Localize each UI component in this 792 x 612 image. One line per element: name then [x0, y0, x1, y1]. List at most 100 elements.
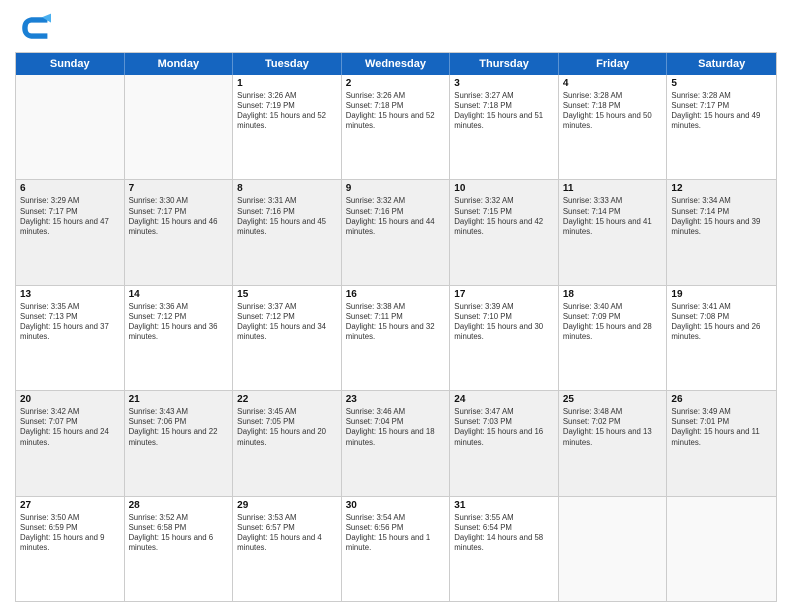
day-number: 27 [20, 500, 120, 511]
day-info: Sunrise: 3:41 AMSunset: 7:08 PMDaylight:… [671, 302, 772, 343]
day-number: 29 [237, 500, 337, 511]
day-cell-8: 8 Sunrise: 3:31 AMSunset: 7:16 PMDaylight… [233, 180, 342, 284]
page: SundayMondayTuesdayWednesdayThursdayFrid… [0, 0, 792, 612]
day-number: 20 [20, 394, 120, 405]
day-cell-31: 31Sunrise: 3:55 AMSunset: 6:54 PMDayligh… [450, 497, 559, 601]
day-cell-9: 9 Sunrise: 3:32 AMSunset: 7:16 PMDaylight… [342, 180, 451, 284]
day-number: 17 [454, 289, 554, 300]
weekday-header-wednesday: Wednesday [342, 53, 451, 75]
day-info: Sunrise: 3:42 AMSunset: 7:07 PMDaylight:… [20, 407, 120, 448]
day-info: Sunrise: 3:52 AMSunset: 6:58 PMDaylight:… [129, 513, 229, 554]
weekday-header-friday: Friday [559, 53, 668, 75]
day-info: Sunrise: 3:31 AMSunset: 7:16 PMDaylight:… [237, 196, 337, 237]
calendar-row-5: 27 Sunrise: 3:50 AMSunset: 6:59 PMDayligh… [16, 497, 776, 601]
day-number: 30 [346, 500, 446, 511]
day-cell-16: 16Sunrise: 3:38 AMSunset: 7:11 PMDayligh… [342, 286, 451, 390]
weekday-header-monday: Monday [125, 53, 234, 75]
day-info: Sunrise: 3:36 AMSunset: 7:12 PMDaylight:… [129, 302, 229, 343]
day-number: 2 [346, 78, 446, 89]
day-info: Sunrise: 3:39 AMSunset: 7:10 PMDaylight:… [454, 302, 554, 343]
calendar-body: 1 Sunrise: 3:26 AMSunset: 7:19 PMDaylight… [16, 75, 776, 601]
day-cell-27: 27 Sunrise: 3:50 AMSunset: 6:59 PMDayligh… [16, 497, 125, 601]
day-number: 9 [346, 183, 446, 194]
day-number: 15 [237, 289, 337, 300]
day-cell-12: 12 Sunrise: 3:34 AMSunset: 7:14 PMDayligh… [667, 180, 776, 284]
day-cell-11: 11 Sunrise: 3:33 AMSunset: 7:14 PMDayligh… [559, 180, 668, 284]
day-info: Sunrise: 3:28 AMSunset: 7:17 PMDaylight:… [671, 91, 772, 132]
day-number: 19 [671, 289, 772, 300]
day-cell-18: 18Sunrise: 3:40 AMSunset: 7:09 PMDayligh… [559, 286, 668, 390]
day-info: Sunrise: 3:28 AMSunset: 7:18 PMDaylight:… [563, 91, 663, 132]
day-info: Sunrise: 3:49 AMSunset: 7:01 PMDaylight:… [671, 407, 772, 448]
day-cell-22: 22 Sunrise: 3:45 AMSunset: 7:05 PMDayligh… [233, 391, 342, 495]
day-number: 12 [671, 183, 772, 194]
day-info: Sunrise: 3:30 AMSunset: 7:17 PMDaylight:… [129, 196, 229, 237]
day-number: 16 [346, 289, 446, 300]
day-cell-30: 30 Sunrise: 3:54 AMSunset: 6:56 PMDayligh… [342, 497, 451, 601]
day-cell-26: 26 Sunrise: 3:49 AMSunset: 7:01 PMDayligh… [667, 391, 776, 495]
day-cell-1: 1 Sunrise: 3:26 AMSunset: 7:19 PMDaylight… [233, 75, 342, 179]
day-cell-23: 23 Sunrise: 3:46 AMSunset: 7:04 PMDayligh… [342, 391, 451, 495]
day-number: 1 [237, 78, 337, 89]
empty-cell-r0c0 [16, 75, 125, 179]
empty-cell-r4c5 [559, 497, 668, 601]
calendar-row-1: 1 Sunrise: 3:26 AMSunset: 7:19 PMDaylight… [16, 75, 776, 180]
day-cell-21: 21Sunrise: 3:43 AMSunset: 7:06 PMDayligh… [125, 391, 234, 495]
day-info: Sunrise: 3:46 AMSunset: 7:04 PMDaylight:… [346, 407, 446, 448]
day-info: Sunrise: 3:45 AMSunset: 7:05 PMDaylight:… [237, 407, 337, 448]
header [15, 10, 777, 46]
day-cell-4: 4 Sunrise: 3:28 AMSunset: 7:18 PMDaylight… [559, 75, 668, 179]
day-cell-2: 2 Sunrise: 3:26 AMSunset: 7:18 PMDaylight… [342, 75, 451, 179]
empty-cell-r4c6 [667, 497, 776, 601]
weekday-header-saturday: Saturday [667, 53, 776, 75]
day-info: Sunrise: 3:47 AMSunset: 7:03 PMDaylight:… [454, 407, 554, 448]
empty-cell-r0c1 [125, 75, 234, 179]
day-cell-3: 3 Sunrise: 3:27 AMSunset: 7:18 PMDaylight… [450, 75, 559, 179]
day-number: 31 [454, 500, 554, 511]
day-cell-7: 7Sunrise: 3:30 AMSunset: 7:17 PMDaylight… [125, 180, 234, 284]
day-number: 23 [346, 394, 446, 405]
day-number: 11 [563, 183, 663, 194]
calendar-row-2: 6Sunrise: 3:29 AMSunset: 7:17 PMDaylight… [16, 180, 776, 285]
day-number: 8 [237, 183, 337, 194]
day-info: Sunrise: 3:37 AMSunset: 7:12 PMDaylight:… [237, 302, 337, 343]
day-info: Sunrise: 3:32 AMSunset: 7:16 PMDaylight:… [346, 196, 446, 237]
day-cell-19: 19 Sunrise: 3:41 AMSunset: 7:08 PMDayligh… [667, 286, 776, 390]
day-info: Sunrise: 3:26 AMSunset: 7:18 PMDaylight:… [346, 91, 446, 132]
day-cell-5: 5Sunrise: 3:28 AMSunset: 7:17 PMDaylight… [667, 75, 776, 179]
day-cell-20: 20 Sunrise: 3:42 AMSunset: 7:07 PMDayligh… [16, 391, 125, 495]
day-number: 3 [454, 78, 554, 89]
day-number: 14 [129, 289, 229, 300]
calendar-row-3: 13Sunrise: 3:35 AMSunset: 7:13 PMDayligh… [16, 286, 776, 391]
day-number: 4 [563, 78, 663, 89]
logo [15, 10, 55, 46]
day-info: Sunrise: 3:53 AMSunset: 6:57 PMDaylight:… [237, 513, 337, 554]
day-info: Sunrise: 3:26 AMSunset: 7:19 PMDaylight:… [237, 91, 337, 132]
calendar-row-4: 20 Sunrise: 3:42 AMSunset: 7:07 PMDayligh… [16, 391, 776, 496]
day-info: Sunrise: 3:27 AMSunset: 7:18 PMDaylight:… [454, 91, 554, 132]
day-cell-6: 6Sunrise: 3:29 AMSunset: 7:17 PMDaylight… [16, 180, 125, 284]
day-number: 28 [129, 500, 229, 511]
day-number: 26 [671, 394, 772, 405]
day-cell-14: 14 Sunrise: 3:36 AMSunset: 7:12 PMDayligh… [125, 286, 234, 390]
day-info: Sunrise: 3:54 AMSunset: 6:56 PMDaylight:… [346, 513, 446, 554]
day-cell-29: 29 Sunrise: 3:53 AMSunset: 6:57 PMDayligh… [233, 497, 342, 601]
day-info: Sunrise: 3:33 AMSunset: 7:14 PMDaylight:… [563, 196, 663, 237]
day-number: 22 [237, 394, 337, 405]
weekday-header-thursday: Thursday [450, 53, 559, 75]
day-cell-10: 10 Sunrise: 3:32 AMSunset: 7:15 PMDayligh… [450, 180, 559, 284]
day-info: Sunrise: 3:50 AMSunset: 6:59 PMDaylight:… [20, 513, 120, 554]
day-info: Sunrise: 3:35 AMSunset: 7:13 PMDaylight:… [20, 302, 120, 343]
day-info: Sunrise: 3:34 AMSunset: 7:14 PMDaylight:… [671, 196, 772, 237]
day-info: Sunrise: 3:32 AMSunset: 7:15 PMDaylight:… [454, 196, 554, 237]
day-cell-28: 28 Sunrise: 3:52 AMSunset: 6:58 PMDayligh… [125, 497, 234, 601]
day-cell-25: 25Sunrise: 3:48 AMSunset: 7:02 PMDayligh… [559, 391, 668, 495]
day-number: 18 [563, 289, 663, 300]
calendar: SundayMondayTuesdayWednesdayThursdayFrid… [15, 52, 777, 602]
day-number: 25 [563, 394, 663, 405]
day-cell-24: 24 Sunrise: 3:47 AMSunset: 7:03 PMDayligh… [450, 391, 559, 495]
day-info: Sunrise: 3:29 AMSunset: 7:17 PMDaylight:… [20, 196, 120, 237]
day-number: 10 [454, 183, 554, 194]
day-number: 24 [454, 394, 554, 405]
calendar-header: SundayMondayTuesdayWednesdayThursdayFrid… [16, 53, 776, 75]
